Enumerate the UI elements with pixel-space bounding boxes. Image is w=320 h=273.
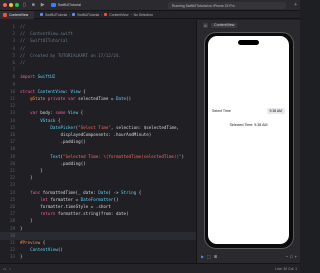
project-icon	[40, 13, 44, 16]
run-icon[interactable]: ▶	[41, 2, 45, 8]
selected-time-text: Selected Time: 9:38 AM	[229, 123, 268, 127]
sidebar-toggle-icon[interactable]: ▯	[23, 2, 26, 8]
close-window-button[interactable]	[3, 3, 7, 7]
code-text: }	[20, 254, 23, 260]
preview-canvas: ⊙ ContentView Select Time 9:38 AM Select…	[196, 20, 300, 263]
canvas-bottom-bar: ▶ ⬚ ⊞ − □ +	[197, 253, 301, 260]
date-picker[interactable]: Select Time 9:38 AM	[212, 107, 285, 115]
zoom-in-icon[interactable]: +	[295, 254, 297, 259]
time-value-button[interactable]: 9:38 AM	[266, 108, 285, 114]
debug-area-toggle-icon[interactable]: ▭	[3, 267, 6, 271]
minimize-window-button[interactable]	[9, 3, 13, 7]
zoom-window-button[interactable]	[15, 3, 19, 7]
xcode-window: ▯ ■ ▶ SwiftUITutorial Running SwiftUITut…	[0, 0, 300, 273]
select-mode-icon[interactable]: ⬚	[207, 254, 211, 259]
activity-status: Running SwiftUITutorial on iPhone 15 Pro	[168, 2, 286, 9]
zoom-controls: − □ +	[286, 254, 297, 259]
app-icon	[50, 3, 56, 7]
live-mode-icon[interactable]: ▶	[201, 254, 204, 259]
status-bar: ▭ ⌕ Line: 30 Col: 1	[0, 263, 300, 273]
stop-icon[interactable]: ■	[32, 2, 35, 8]
swift-file-icon	[104, 13, 108, 16]
add-icon[interactable]: +	[294, 2, 297, 8]
canvas-toolbar: ⊙ ContentView	[203, 23, 238, 28]
tab-label: ContentView	[9, 12, 29, 17]
cursor-position: Line: 30 Col: 1	[275, 266, 297, 271]
breadcrumb-item[interactable]: SwiftUITutorial	[45, 13, 67, 17]
breadcrumb: SwiftUITutorial › SwiftUITutorial › Cont…	[40, 13, 153, 17]
dynamic-island	[238, 40, 259, 45]
zoom-fit-icon[interactable]: □	[290, 254, 292, 259]
code-editor[interactable]: 1//2// ContentView.swift 3// SwiftUITutor…	[0, 20, 196, 263]
toolbar: ▯ ■ ▶ SwiftUITutorial Running SwiftUITut…	[0, 0, 300, 11]
line-number: 33	[9, 254, 15, 260]
breadcrumb-item[interactable]: SwiftUITutorial	[77, 13, 99, 17]
swift-file-icon	[3, 12, 7, 17]
status-text: Running SwiftUITutorial on iPhone 15 Pro	[172, 3, 235, 8]
window-controls	[3, 3, 19, 7]
device-frame: Select Time 9:38 AM Selected Time: 9:38 …	[204, 32, 294, 249]
pin-icon[interactable]: ⊙	[203, 23, 208, 28]
tab-contentview[interactable]: ContentView	[0, 10, 35, 19]
filter-icon[interactable]: ⌕	[9, 267, 11, 271]
folder-icon	[72, 13, 76, 16]
breadcrumb-item[interactable]: ContentView	[109, 13, 128, 17]
zoom-out-icon[interactable]: −	[286, 254, 288, 259]
device-screen[interactable]: Select Time 9:38 AM Selected Time: 9:38 …	[208, 36, 289, 244]
breadcrumb-item[interactable]: No Selection	[134, 13, 153, 17]
tab-bar: ContentView SwiftUITutorial › SwiftUITut…	[0, 10, 300, 19]
scheme-selector[interactable]: SwiftUITutorial	[50, 3, 81, 7]
preview-label[interactable]: ContentView	[211, 23, 238, 28]
project-name: SwiftUITutorial	[57, 3, 81, 7]
code-line[interactable]: 33}	[0, 253, 196, 261]
date-picker-label: Select Time	[212, 109, 231, 113]
variants-icon[interactable]: ⊞	[214, 254, 217, 259]
